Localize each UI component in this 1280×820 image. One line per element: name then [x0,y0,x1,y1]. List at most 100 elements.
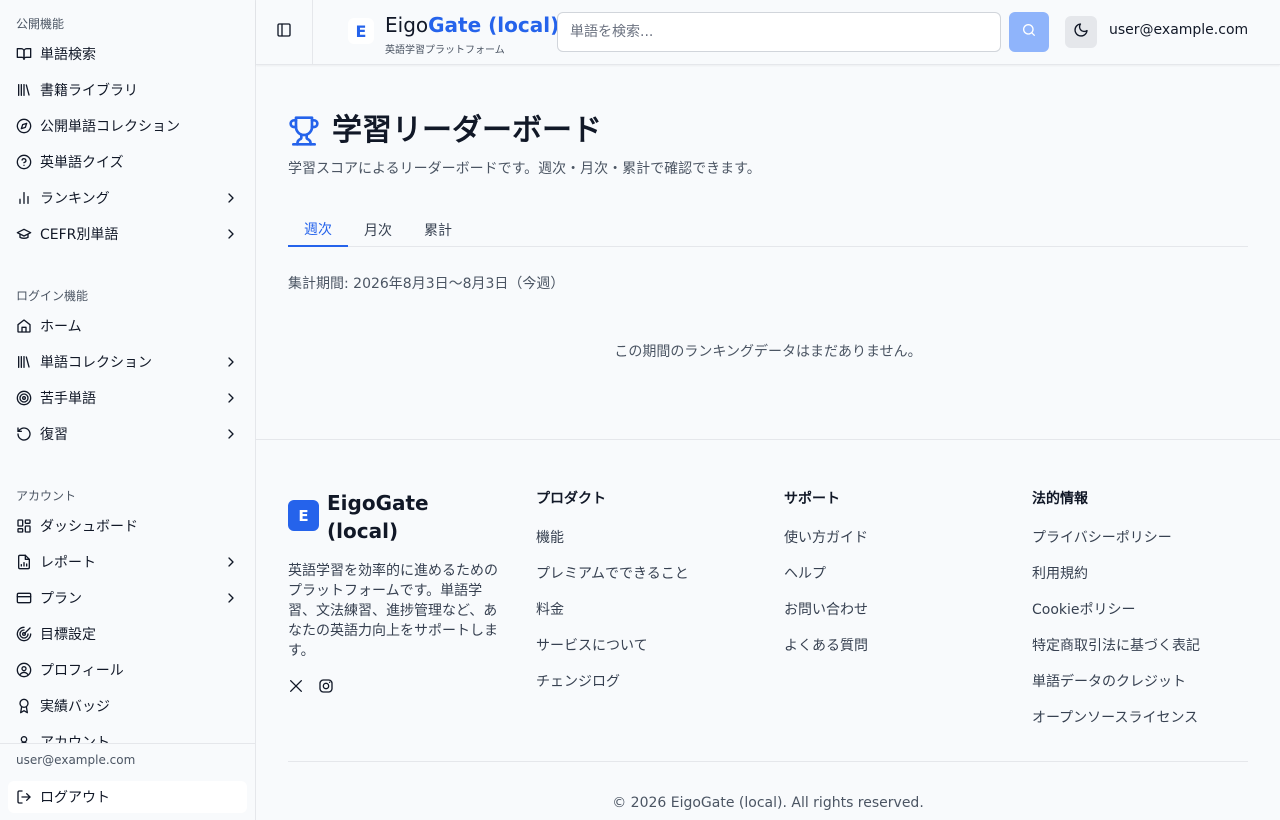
sidebar-item-label: 公開単語コレクション [40,119,180,135]
sidebar-item-public-collections[interactable]: 公開単語コレクション [8,108,247,144]
sidebar-item-label: 目標設定 [40,627,96,643]
sidebar-item-label: 復習 [40,427,68,443]
site-footer: E EigoGate (local) 英語学習を効率的に進めるためのプラットフォ… [256,439,1280,820]
footer-description: 英語学習を効率的に進めるためのプラットフォームです。単語学習、文法練習、進捗管理… [288,563,498,659]
chevron-right-icon[interactable] [223,190,239,206]
sidebar-item-label: 単語検索 [40,47,96,63]
tab-monthly[interactable]: 月次 [348,213,408,246]
footer-link-privacy[interactable]: プライバシーポリシー [1032,528,1200,564]
sidebar-toggle-button[interactable] [272,20,296,44]
user-icon [16,734,32,743]
credit-card-icon [16,590,32,606]
sidebar-item-label: ホーム [40,319,82,335]
sidebar-item-review[interactable]: 復習 [8,416,247,452]
sidebar-nav[interactable]: 公開機能 単語検索 書籍ライブラリ 公開単語コレクション 英単語クイズ ランキン… [0,0,255,743]
footer-link-pricing[interactable]: 料金 [536,600,689,636]
page-description: 学習スコアによるリーダーボードです。週次・月次・累計で確認できます。 [288,161,761,177]
sidebar-item-label: ランキング [40,191,110,207]
library-icon [16,82,32,98]
logout-button[interactable]: ログアウト [8,781,247,813]
rotate-ccw-icon [16,426,32,442]
search-input[interactable] [557,12,1001,52]
sidebar-item-label: 苦手単語 [40,391,96,407]
footer-link-data-credits[interactable]: 単語データのクレジット [1032,672,1200,708]
sidebar-item-badges[interactable]: 実績バッジ [8,688,247,724]
sidebar-item-ranking[interactable]: ランキング [8,180,247,216]
footer-column-product: プロダクト 機能 プレミアムでできること 料金 サービスについて チェンジログ [536,490,689,708]
brand-title-part1: Eigo [385,13,429,37]
aggregation-period: 集計期間: 2026年8月3日〜8月3日（今週） [288,276,565,292]
sidebar-item-label: プロフィール [40,663,124,679]
footer-link-oss-licenses[interactable]: オープンソースライセンス [1032,708,1200,744]
tab-weekly[interactable]: 週次 [288,213,348,247]
file-chart-icon [16,554,32,570]
sidebar-group-label-account: アカウント [16,489,77,503]
sidebar-item-label: レポート [40,555,96,571]
sidebar-item-word-search[interactable]: 単語検索 [8,36,247,72]
target-icon [16,390,32,406]
footer-column-support: サポート 使い方ガイド ヘルプ お問い合わせ よくある質問 [784,490,868,672]
footer-link-contact[interactable]: お問い合わせ [784,600,868,636]
sidebar-group-label-public: 公開機能 [16,17,65,31]
sidebar-item-report[interactable]: レポート [8,544,247,580]
brand-title[interactable]: EigoGate (local) [385,12,559,38]
sidebar-item-profile[interactable]: プロフィール [8,652,247,688]
dashboard-icon [16,518,32,534]
sidebar-item-label: 実績バッジ [40,699,110,715]
sidebar-item-label: CEFR別単語 [40,227,119,243]
sidebar-item-home[interactable]: ホーム [8,308,247,344]
bar-chart-icon [16,190,32,206]
sidebar-item-account[interactable]: アカウント [8,724,247,743]
footer-link-about[interactable]: サービスについて [536,636,689,672]
sidebar-item-label: 単語コレクション [40,355,152,371]
sidebar-item-weak-words[interactable]: 苦手単語 [8,380,247,416]
trophy-icon [288,115,320,147]
award-icon [16,698,32,714]
footer-link-changelog[interactable]: チェンジログ [536,672,689,708]
brand-logo[interactable]: E [348,18,374,44]
chevron-right-icon[interactable] [223,226,239,242]
footer-link-cookie[interactable]: Cookieポリシー [1032,600,1200,636]
tab-total[interactable]: 累計 [408,213,468,246]
footer-link-commerce-act[interactable]: 特定商取引法に基づく表記 [1032,636,1200,672]
sidebar-item-goal-setting[interactable]: 目標設定 [8,616,247,652]
sidebar-user-email: user@example.com [16,753,136,767]
theme-toggle-button[interactable] [1065,16,1097,48]
sidebar-item-label: ダッシュボード [40,519,138,535]
empty-state-message: この期間のランキングデータはまだありません。 [614,344,922,360]
sidebar-item-cefr-words[interactable]: CEFR別単語 [8,216,247,252]
x-icon[interactable] [288,678,304,694]
footer-link-help[interactable]: ヘルプ [784,564,868,600]
search-button[interactable] [1009,12,1049,52]
moon-icon [1073,22,1089,42]
footer-link-guide[interactable]: 使い方ガイド [784,528,868,564]
period-tabs: 週次 月次 累計 [288,213,1248,247]
chevron-right-icon[interactable] [223,426,239,442]
chevron-right-icon[interactable] [223,390,239,406]
main-content: 学習リーダーボード 学習スコアによるリーダーボードです。週次・月次・累計で確認で… [256,65,1280,439]
chevron-right-icon[interactable] [223,590,239,606]
footer-brand: EigoGate (local) [327,491,429,543]
footer-social-links [288,678,348,694]
header-divider [312,0,313,64]
chevron-right-icon[interactable] [223,554,239,570]
footer-link-features[interactable]: 機能 [536,528,689,564]
sidebar-group-label-login: ログイン機能 [16,289,89,303]
sidebar-item-dashboard[interactable]: ダッシュボード [8,508,247,544]
sidebar-item-book-library[interactable]: 書籍ライブラリ [8,72,247,108]
sidebar: 公開機能 単語検索 書籍ライブラリ 公開単語コレクション 英単語クイズ ランキン… [0,0,256,820]
sidebar-item-label: プラン [40,591,82,607]
graduation-cap-icon [16,226,32,242]
sidebar-item-word-collections[interactable]: 単語コレクション [8,344,247,380]
sidebar-item-plan[interactable]: プラン [8,580,247,616]
footer-link-terms[interactable]: 利用規約 [1032,564,1200,600]
sidebar-item-word-quiz[interactable]: 英単語クイズ [8,144,247,180]
footer-link-premium[interactable]: プレミアムでできること [536,564,689,600]
top-header: E EigoGate (local) 英語学習プラットフォーム user@exa… [256,0,1280,65]
chevron-right-icon[interactable] [223,354,239,370]
header-user-email[interactable]: user@example.com [1109,22,1248,38]
instagram-icon[interactable] [318,678,334,694]
footer-link-faq[interactable]: よくある質問 [784,636,868,672]
library-icon [16,354,32,370]
footer-column-legal: 法的情報 プライバシーポリシー 利用規約 Cookieポリシー 特定商取引法に基… [1032,490,1200,744]
